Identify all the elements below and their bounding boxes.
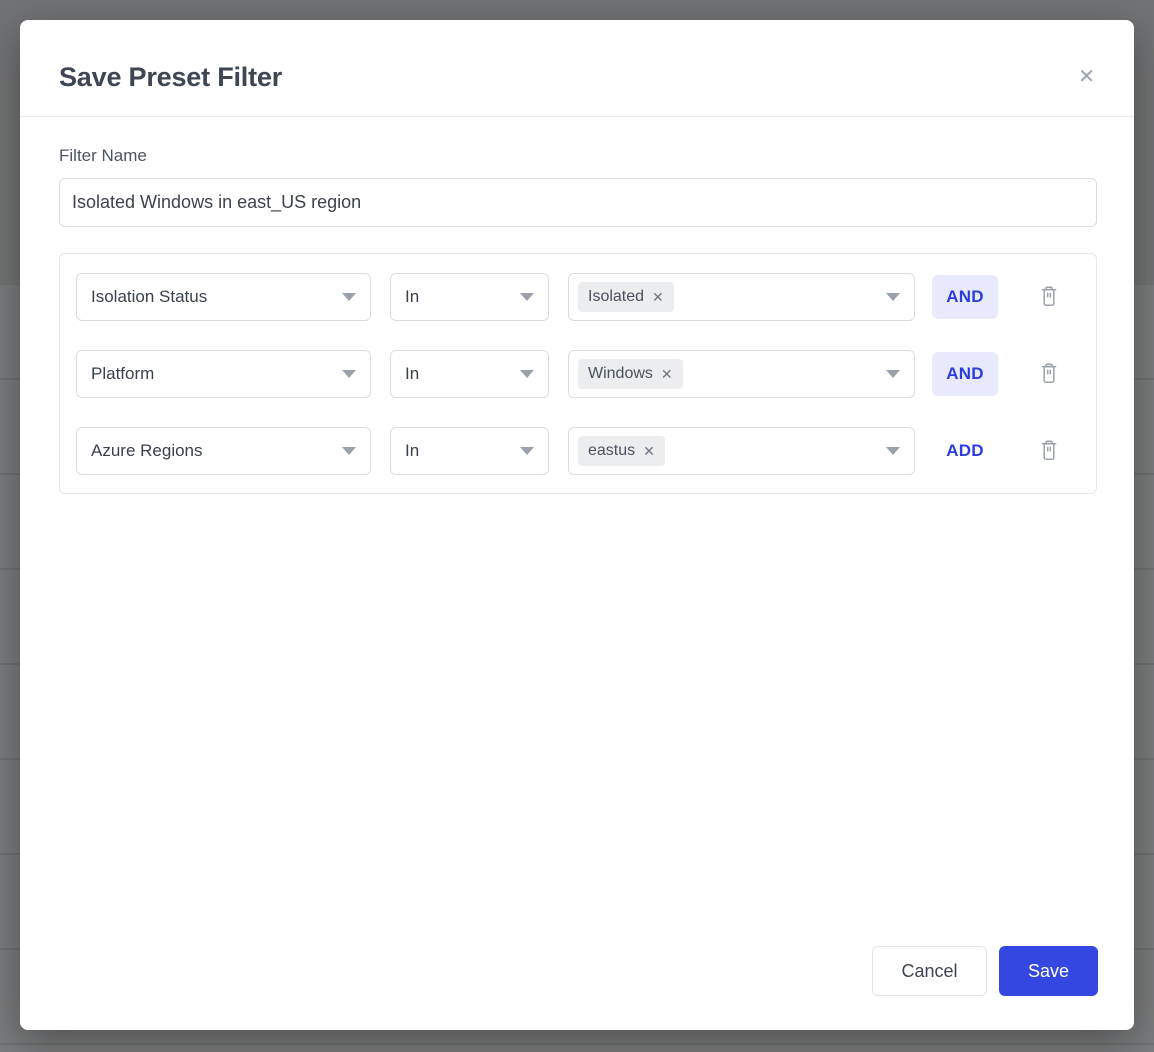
operator-select-value: In <box>405 287 419 307</box>
operator-select-value: In <box>405 441 419 461</box>
trash-icon <box>1039 286 1059 308</box>
modal-title: Save Preset Filter <box>59 62 282 92</box>
and-connector-button[interactable]: AND <box>932 352 998 396</box>
field-select[interactable]: Platform <box>76 350 371 398</box>
chip-remove-icon[interactable]: ✕ <box>661 367 673 381</box>
modal-footer: Cancel Save <box>872 946 1098 996</box>
filter-name-label: Filter Name <box>59 146 1097 166</box>
cancel-button[interactable]: Cancel <box>872 946 987 996</box>
chevron-down-icon <box>886 293 900 301</box>
and-connector-button[interactable]: AND <box>932 275 998 319</box>
delete-row-button[interactable] <box>1039 440 1059 462</box>
delete-row-button[interactable] <box>1039 363 1059 385</box>
field-select-value: Platform <box>91 364 154 384</box>
filter-row-isolation-status: Isolation Status In Isolated ✕ AND <box>76 273 1080 321</box>
operator-select[interactable]: In <box>390 427 549 475</box>
chevron-down-icon <box>886 447 900 455</box>
chevron-down-icon <box>520 447 534 455</box>
field-select[interactable]: Isolation Status <box>76 273 371 321</box>
operator-select[interactable]: In <box>390 273 549 321</box>
value-chip-label: eastus <box>588 442 635 460</box>
chip-remove-icon[interactable]: ✕ <box>643 444 655 458</box>
filter-row-platform: Platform In Windows ✕ AND <box>76 350 1080 398</box>
value-chip-label: Isolated <box>588 288 644 306</box>
save-button[interactable]: Save <box>999 946 1098 996</box>
filter-rules-container: Isolation Status In Isolated ✕ AND <box>59 253 1097 494</box>
add-connector-button[interactable]: ADD <box>932 429 998 473</box>
value-chip: eastus ✕ <box>578 436 665 466</box>
chevron-down-icon <box>520 293 534 301</box>
chevron-down-icon <box>342 370 356 378</box>
filter-name-input[interactable] <box>59 178 1097 227</box>
save-preset-filter-modal: Save Preset Filter ✕ Filter Name Isolati… <box>20 20 1134 1030</box>
chevron-down-icon <box>342 293 356 301</box>
field-select[interactable]: Azure Regions <box>76 427 371 475</box>
chevron-down-icon <box>520 370 534 378</box>
trash-icon <box>1039 363 1059 385</box>
values-multiselect[interactable]: Windows ✕ <box>568 350 915 398</box>
filter-row-azure-regions: Azure Regions In eastus ✕ ADD <box>76 427 1080 475</box>
values-multiselect[interactable]: Isolated ✕ <box>568 273 915 321</box>
value-chip: Windows ✕ <box>578 359 683 389</box>
field-select-value: Isolation Status <box>91 287 207 307</box>
chip-remove-icon[interactable]: ✕ <box>652 290 664 304</box>
close-icon[interactable]: ✕ <box>1076 65 1097 89</box>
trash-icon <box>1039 440 1059 462</box>
field-select-value: Azure Regions <box>91 441 203 461</box>
modal-body: Filter Name Isolation Status In Isolated… <box>20 146 1134 494</box>
value-chip: Isolated ✕ <box>578 282 674 312</box>
value-chip-label: Windows <box>588 365 653 383</box>
values-multiselect[interactable]: eastus ✕ <box>568 427 915 475</box>
chevron-down-icon <box>886 370 900 378</box>
operator-select-value: In <box>405 364 419 384</box>
operator-select[interactable]: In <box>390 350 549 398</box>
modal-header: Save Preset Filter ✕ <box>20 20 1134 117</box>
delete-row-button[interactable] <box>1039 286 1059 308</box>
chevron-down-icon <box>342 447 356 455</box>
